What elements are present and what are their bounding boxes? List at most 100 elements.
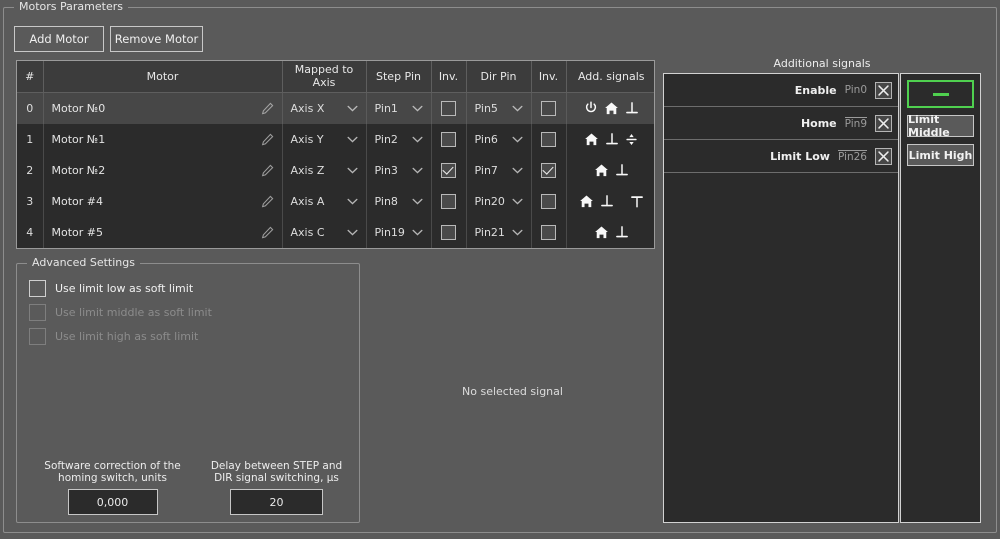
chevron-down-icon[interactable] xyxy=(346,102,358,115)
edit-pencil-icon[interactable] xyxy=(261,195,274,208)
motor-name-cell[interactable]: Motor №0 xyxy=(43,92,283,124)
step-pin-select[interactable]: Pin1 xyxy=(366,92,432,124)
axis-select[interactable]: Axis X xyxy=(282,92,367,124)
signal-list-item[interactable]: Limit Low Pin26 xyxy=(664,140,898,173)
chevron-down-icon[interactable] xyxy=(411,164,423,177)
edit-pencil-icon[interactable] xyxy=(261,133,274,146)
dir-invert-checkbox[interactable] xyxy=(541,131,556,147)
table-row[interactable]: 2 Motor №2 Axis Z Pin3 Pin7 xyxy=(17,154,654,186)
chevron-down-icon[interactable] xyxy=(346,226,358,239)
dir-invert-checkbox[interactable] xyxy=(541,100,556,116)
dir-pin-select[interactable]: Pin5 xyxy=(466,92,532,124)
chevron-down-icon[interactable] xyxy=(346,195,358,208)
chevron-down-icon[interactable] xyxy=(511,102,523,115)
soft-limit-checkbox[interactable] xyxy=(29,279,46,297)
table-row[interactable]: 4 Motor #5 Axis C Pin19 Pin21 xyxy=(17,216,654,248)
add-signal-button[interactable]: Limit Middle xyxy=(907,113,974,139)
edit-pencil-icon[interactable] xyxy=(261,164,274,177)
numeric-field-input[interactable]: 0,000 xyxy=(67,489,158,515)
power-icon[interactable] xyxy=(584,101,598,115)
dir-invert-cell[interactable] xyxy=(531,216,567,248)
remove-motor-button[interactable]: Remove Motor xyxy=(110,26,203,52)
step-invert-checkbox[interactable] xyxy=(441,100,456,116)
dir-invert-checkbox[interactable] xyxy=(541,224,556,240)
axis-select[interactable]: Axis C xyxy=(282,216,367,248)
axis-select[interactable]: Axis Y xyxy=(282,123,367,155)
dir-invert-cell[interactable] xyxy=(531,92,567,124)
limit-low-icon[interactable] xyxy=(625,101,639,116)
dir-invert-cell[interactable] xyxy=(531,154,567,186)
axis-select[interactable]: Axis A xyxy=(282,185,367,217)
limit-low-icon[interactable] xyxy=(615,225,629,240)
chevron-down-icon[interactable] xyxy=(511,164,523,177)
chevron-down-icon[interactable] xyxy=(411,133,423,146)
home-icon[interactable] xyxy=(604,101,619,116)
step-invert-checkbox[interactable] xyxy=(441,193,456,209)
signal-list-item[interactable]: Home Pin9 xyxy=(664,107,898,140)
add-signals-cell[interactable] xyxy=(566,155,654,186)
additional-signals-list[interactable]: Enable Pin0 Home Pin9 Limit Low Pin26 xyxy=(663,73,899,523)
motors-table[interactable]: # Motor Mapped to Axis Step Pin Inv. Dir… xyxy=(16,60,655,249)
limit-high-icon[interactable] xyxy=(630,194,644,209)
step-invert-cell[interactable] xyxy=(431,216,467,248)
motor-name-cell[interactable]: Motor №2 xyxy=(43,154,283,186)
chevron-down-icon[interactable] xyxy=(411,102,423,115)
limit-low-icon[interactable] xyxy=(600,194,614,209)
add-signal-active-button[interactable] xyxy=(907,80,974,108)
limit-low-icon[interactable] xyxy=(605,132,619,147)
add-signals-cell[interactable] xyxy=(566,92,654,124)
dir-invert-checkbox[interactable] xyxy=(541,162,556,178)
chevron-down-icon[interactable] xyxy=(511,195,523,208)
step-pin-select[interactable]: Pin8 xyxy=(366,185,432,217)
chevron-down-icon[interactable] xyxy=(346,164,358,177)
chevron-down-icon[interactable] xyxy=(411,226,423,239)
add-signals-cell[interactable] xyxy=(566,217,654,248)
motor-name-cell[interactable]: Motor #5 xyxy=(43,216,283,248)
table-row[interactable]: 0 Motor №0 Axis X Pin1 Pin5 xyxy=(17,92,654,124)
dir-invert-cell[interactable] xyxy=(531,123,567,155)
add-signals-cell[interactable] xyxy=(566,186,654,217)
axis-select[interactable]: Axis Z xyxy=(282,154,367,186)
edit-pencil-icon[interactable] xyxy=(261,102,274,115)
step-pin-select[interactable]: Pin19 xyxy=(366,216,432,248)
dir-invert-checkbox[interactable] xyxy=(541,193,556,209)
home-icon[interactable] xyxy=(594,225,609,240)
dir-invert-cell[interactable] xyxy=(531,185,567,217)
step-invert-cell[interactable] xyxy=(431,154,467,186)
step-invert-cell[interactable] xyxy=(431,185,467,217)
chevron-down-icon[interactable] xyxy=(411,195,423,208)
close-icon[interactable] xyxy=(875,147,892,165)
add-signals-cell[interactable] xyxy=(566,124,654,155)
limit-low-icon[interactable] xyxy=(615,163,629,178)
step-invert-cell[interactable] xyxy=(431,92,467,124)
step-invert-checkbox[interactable] xyxy=(441,224,456,240)
chevron-down-icon[interactable] xyxy=(346,133,358,146)
step-invert-cell[interactable] xyxy=(431,123,467,155)
motor-name-cell[interactable]: Motor #4 xyxy=(43,185,283,217)
add-signal-button[interactable]: Limit High xyxy=(907,144,974,166)
signal-list-item[interactable]: Enable Pin0 xyxy=(664,74,898,107)
dir-pin-select[interactable]: Pin6 xyxy=(466,123,532,155)
dir-pin-select[interactable]: Pin21 xyxy=(466,216,532,248)
dir-pin-select[interactable]: Pin20 xyxy=(466,185,532,217)
chevron-down-icon[interactable] xyxy=(511,226,523,239)
soft-limit-option-row[interactable]: Use limit low as soft limit xyxy=(29,276,351,300)
table-row[interactable]: 3 Motor #4 Axis A Pin8 Pin20 xyxy=(17,185,654,217)
close-icon[interactable] xyxy=(875,81,892,99)
step-invert-checkbox[interactable] xyxy=(441,131,456,147)
table-row[interactable]: 1 Motor №1 Axis Y Pin2 Pin6 xyxy=(17,123,654,155)
edit-pencil-icon[interactable] xyxy=(261,226,274,239)
dir-pin-select[interactable]: Pin7 xyxy=(466,154,532,186)
numeric-field-input[interactable]: 20 xyxy=(230,489,323,515)
limit-middle-icon[interactable] xyxy=(625,132,638,147)
motor-name-cell[interactable]: Motor №1 xyxy=(43,123,283,155)
home-icon[interactable] xyxy=(584,132,599,147)
step-pin-select[interactable]: Pin3 xyxy=(366,154,432,186)
step-pin-select[interactable]: Pin2 xyxy=(366,123,432,155)
home-icon[interactable] xyxy=(594,163,609,178)
close-icon[interactable] xyxy=(875,114,892,132)
step-invert-checkbox[interactable] xyxy=(441,162,456,178)
home-icon[interactable] xyxy=(579,194,594,209)
chevron-down-icon[interactable] xyxy=(511,133,523,146)
add-motor-button[interactable]: Add Motor xyxy=(14,26,104,52)
